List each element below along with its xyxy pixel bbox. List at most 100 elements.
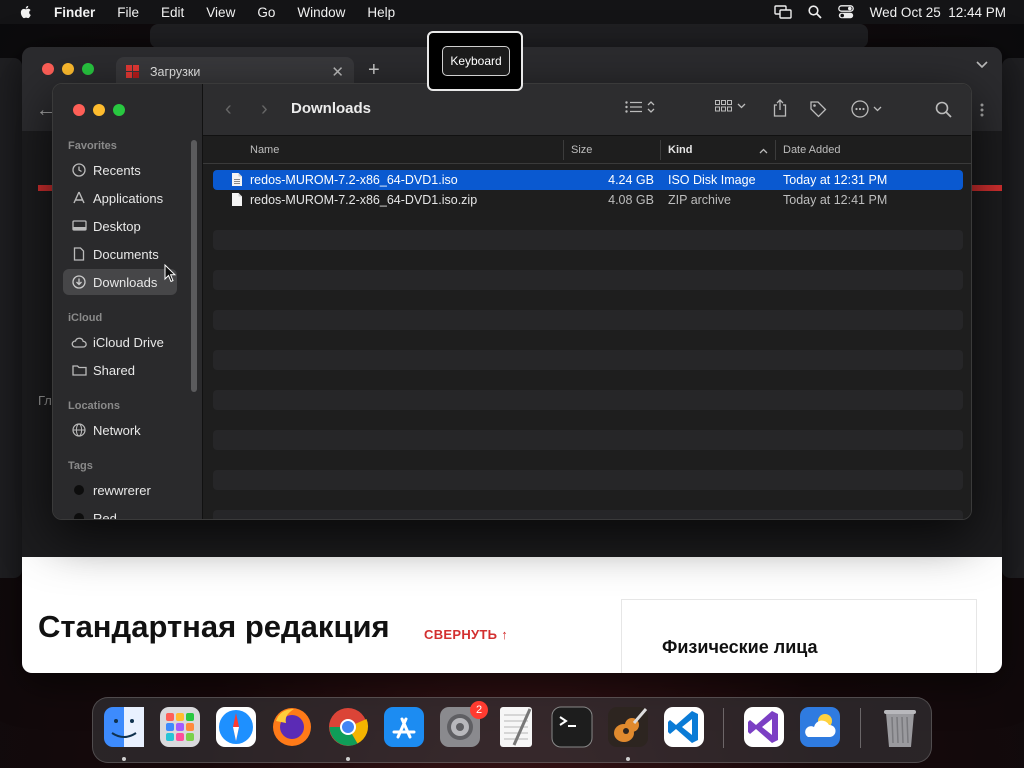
- tag-dot-icon: [74, 485, 84, 495]
- tab-list-chevron-icon[interactable]: [976, 61, 988, 69]
- dock-item[interactable]: [382, 705, 426, 749]
- close-tab-icon[interactable]: ✕: [331, 63, 344, 81]
- group-button[interactable]: [715, 100, 746, 112]
- apple-icon[interactable]: [18, 4, 34, 20]
- share-icon[interactable]: [773, 99, 787, 117]
- sidebar-section-tags: Tags: [68, 460, 93, 472]
- zoom-window-button[interactable]: [82, 63, 94, 75]
- minimize-window-button[interactable]: [93, 104, 105, 116]
- finder-window-controls: [73, 104, 125, 116]
- collapse-link[interactable]: СВЕРНУТЬ ↑: [424, 627, 508, 642]
- empty-row: [213, 510, 963, 519]
- file-kind: ZIP archive: [668, 193, 731, 207]
- shared-folder-icon: [71, 362, 87, 378]
- column-header-date-added[interactable]: Date Added: [783, 144, 841, 156]
- finder-icon: [104, 707, 144, 747]
- menu-view[interactable]: View: [206, 5, 235, 20]
- back-chevron-icon[interactable]: ‹: [225, 98, 232, 121]
- tab-title: Загрузки: [150, 65, 201, 79]
- dock-item[interactable]: [494, 705, 538, 749]
- column-header-name[interactable]: Name: [250, 144, 279, 156]
- menu-window[interactable]: Window: [297, 5, 345, 20]
- safari-icon: [216, 707, 256, 747]
- notification-badge: 2: [470, 701, 488, 719]
- zip-file-icon: [232, 193, 242, 206]
- sidebar-item-shared[interactable]: Shared: [63, 357, 177, 383]
- dock-item[interactable]: [270, 705, 314, 749]
- mouse-cursor-icon: [164, 264, 176, 283]
- dock-item[interactable]: [606, 705, 650, 749]
- page-red-accent: [38, 185, 52, 191]
- sidebar-scrollbar[interactable]: [191, 140, 197, 392]
- menu-file[interactable]: File: [117, 5, 139, 20]
- dock-item[interactable]: 2: [438, 701, 488, 749]
- dock-item[interactable]: [662, 705, 706, 749]
- sidebar-item-recents[interactable]: Recents: [63, 157, 177, 183]
- sidebar-item-label: Recents: [93, 162, 141, 178]
- sidebar-tag-red[interactable]: Red: [63, 505, 177, 519]
- terminal-icon: [551, 706, 593, 748]
- tag-icon[interactable]: [809, 100, 827, 118]
- screen-mirroring-icon[interactable]: [773, 5, 792, 19]
- keyboard-label: Keyboard: [442, 46, 510, 76]
- background-window: [0, 58, 22, 578]
- menu-help[interactable]: Help: [367, 5, 395, 20]
- dock-item[interactable]: [742, 705, 786, 749]
- dock-item[interactable]: [102, 705, 146, 749]
- search-icon[interactable]: [935, 101, 952, 118]
- new-tab-button[interactable]: +: [368, 59, 380, 82]
- pricing-card-title: Физические лица: [662, 637, 818, 657]
- dock-item[interactable]: [214, 705, 258, 749]
- menubar-clock[interactable]: Wed Oct 25 12:44 PM: [870, 5, 1006, 20]
- column-header-size[interactable]: Size: [571, 144, 592, 156]
- menu-edit[interactable]: Edit: [161, 5, 184, 20]
- textedit-icon: [500, 707, 532, 747]
- background-window: [1002, 58, 1024, 578]
- file-row[interactable]: redos-MUROM-7.2-x86_64-DVD1.iso 4.24 GB …: [213, 170, 963, 190]
- sidebar-section-locations: Locations: [68, 400, 120, 412]
- sidebar-item-documents[interactable]: Documents: [63, 241, 177, 267]
- dock-item[interactable]: [798, 705, 842, 749]
- sidebar-item-desktop[interactable]: Desktop: [63, 213, 177, 239]
- minimize-window-button[interactable]: [62, 63, 74, 75]
- running-indicator: [626, 757, 630, 761]
- running-indicator: [346, 757, 350, 761]
- file-row[interactable]: redos-MUROM-7.2-x86_64-DVD1.iso.zip 4.08…: [213, 190, 963, 210]
- file-kind: ISO Disk Image: [668, 173, 756, 187]
- sidebar-item-network[interactable]: Network: [63, 417, 177, 443]
- sidebar-section-favorites: Favorites: [68, 140, 117, 152]
- column-header-kind[interactable]: Kind: [668, 144, 692, 156]
- dock-item[interactable]: [878, 705, 922, 749]
- zoom-window-button[interactable]: [113, 104, 125, 116]
- menu-go[interactable]: Go: [257, 5, 275, 20]
- action-menu-button[interactable]: [851, 100, 882, 118]
- sidebar-item-applications[interactable]: Applications: [63, 185, 177, 211]
- forward-chevron-icon[interactable]: ›: [261, 98, 268, 121]
- close-window-button[interactable]: [42, 63, 54, 75]
- dock-item[interactable]: [550, 705, 594, 749]
- control-center-icon[interactable]: [837, 5, 854, 19]
- menu-app-name[interactable]: Finder: [54, 5, 95, 20]
- sidebar-item-icloud-drive[interactable]: iCloud Drive: [63, 329, 177, 355]
- sidebar-item-label: Documents: [93, 246, 159, 262]
- sidebar-item-label: rewwrerer: [93, 482, 151, 498]
- iso-file-icon: [232, 173, 242, 186]
- dock-item[interactable]: [158, 705, 202, 749]
- browser-window-controls: [42, 63, 94, 75]
- chevron-down-icon: [737, 103, 746, 109]
- empty-row: [213, 310, 963, 330]
- dock-item[interactable]: [326, 705, 370, 749]
- finder-toolbar: ‹ › Downloads: [203, 84, 971, 136]
- chrome-icon: [329, 708, 369, 746]
- sidebar-item-downloads[interactable]: Downloads: [63, 269, 177, 295]
- file-name: redos-MUROM-7.2-x86_64-DVD1.iso.zip: [250, 193, 478, 207]
- empty-row: [213, 390, 963, 410]
- close-window-button[interactable]: [73, 104, 85, 116]
- globe-icon: [71, 422, 87, 438]
- edition-heading: Стандартная редакция: [38, 609, 390, 644]
- list-view-button[interactable]: [625, 100, 655, 114]
- spotlight-search-icon[interactable]: [808, 5, 822, 19]
- empty-row: [213, 430, 963, 450]
- browser-menu-icon[interactable]: [980, 103, 984, 117]
- sidebar-tag-rewwrerer[interactable]: rewwrerer: [63, 477, 177, 503]
